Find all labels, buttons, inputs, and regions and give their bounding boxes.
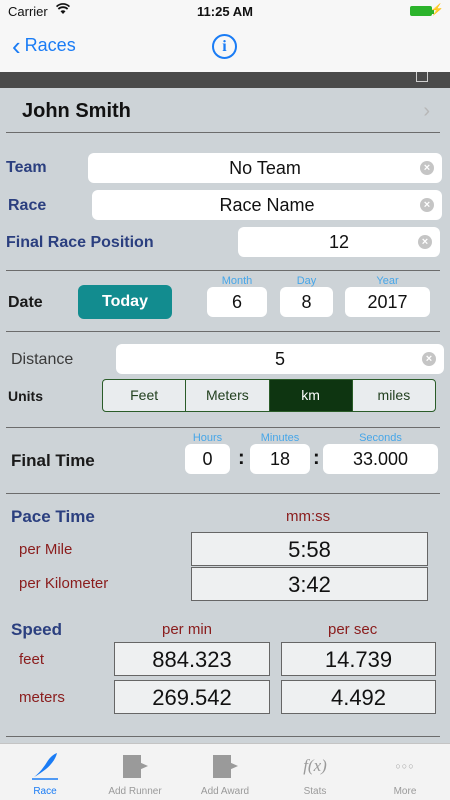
status-time: 11:25 AM <box>197 4 253 19</box>
year-field[interactable]: 2017 <box>345 287 430 317</box>
team-label: Team <box>6 159 47 176</box>
pace-time-label: Pace Time <box>11 507 95 526</box>
clear-icon[interactable]: × <box>418 235 432 249</box>
feet-per-sec-value: 14.739 <box>281 642 436 676</box>
runner-name: John Smith <box>22 100 131 122</box>
function-icon: f(x) <box>303 756 327 775</box>
units-label: Units <box>8 388 43 404</box>
speed-label: Speed <box>11 620 63 639</box>
meters-row-label: meters <box>19 689 65 706</box>
tab-more[interactable]: ○○○ More <box>360 744 450 800</box>
tab-label: Race <box>33 786 57 797</box>
hours-field[interactable]: 0 <box>185 444 230 474</box>
feet-row-label: feet <box>19 651 45 668</box>
year-label: Year <box>376 275 399 287</box>
chevron-left-icon: ‹ <box>12 30 21 61</box>
team-value: No Team <box>229 158 301 178</box>
per-kilometer-label: per Kilometer <box>19 575 109 592</box>
unit-option-meters[interactable]: Meters <box>186 380 270 411</box>
minutes-label: Minutes <box>260 432 300 444</box>
units-segmented-control: Feet Meters km miles <box>102 379 436 412</box>
divider <box>6 270 440 271</box>
runner-row[interactable]: John Smith › <box>0 88 450 132</box>
header-strip <box>0 72 450 88</box>
per-mile-label: per Mile <box>19 541 73 558</box>
seconds-field[interactable]: 33.000 <box>323 444 438 474</box>
pace-per-mile-value: 5:58 <box>191 532 428 566</box>
expand-icon[interactable] <box>416 72 428 82</box>
tab-add-award[interactable]: Add Award <box>180 744 270 800</box>
race-name-value: Race Name <box>219 195 315 215</box>
today-button[interactable]: Today <box>78 285 172 319</box>
unit-option-km[interactable]: km <box>269 380 353 411</box>
feet-per-min-value: 884.323 <box>114 642 270 676</box>
time-separator: : <box>238 447 245 469</box>
race-name-field[interactable]: Race Name × <box>92 190 442 220</box>
distance-label: Distance <box>11 351 74 368</box>
divider <box>6 736 440 737</box>
minutes-field[interactable]: 18 <box>250 444 310 474</box>
race-label: Race <box>8 197 47 214</box>
divider <box>6 331 440 332</box>
distance-field[interactable]: 5 × <box>116 344 444 374</box>
seconds-label: Seconds <box>359 432 402 444</box>
tab-add-runner[interactable]: Add Runner <box>90 744 180 800</box>
add-runner-icon <box>90 752 180 780</box>
pace-per-km-value: 3:42 <box>191 567 428 601</box>
info-button[interactable]: i <box>212 34 237 59</box>
final-position-value: 12 <box>328 232 350 252</box>
meters-per-min-value: 269.542 <box>114 680 270 714</box>
clear-icon[interactable]: × <box>420 198 434 212</box>
chevron-right-icon: › <box>423 100 430 122</box>
team-field[interactable]: No Team × <box>88 153 442 183</box>
tab-label: Stats <box>303 786 327 797</box>
race-detail-form: John Smith › Team No Team × Race Race Na… <box>0 88 450 743</box>
month-field[interactable]: 6 <box>207 287 267 317</box>
day-field[interactable]: 8 <box>280 287 333 317</box>
back-button-label: Races <box>24 35 76 55</box>
status-bar: Carrier 11:25 AM ⚡ <box>0 0 450 22</box>
tab-label: Add Runner <box>108 786 162 797</box>
pace-format-label: mm:ss <box>286 508 331 525</box>
charging-icon: ⚡ <box>430 4 444 16</box>
unit-option-miles[interactable]: miles <box>353 380 435 411</box>
divider <box>6 132 440 133</box>
add-award-icon <box>180 752 270 780</box>
quill-icon <box>0 752 90 780</box>
date-label: Date <box>8 294 43 311</box>
tab-label: More <box>393 786 417 797</box>
clear-icon[interactable]: × <box>422 352 436 366</box>
divider <box>6 493 440 494</box>
final-time-label: Final Time <box>11 451 95 470</box>
hours-label: Hours <box>192 432 223 444</box>
tab-race[interactable]: Race <box>0 744 90 800</box>
distance-value: 5 <box>274 349 285 369</box>
final-position-label: Final Race Position <box>6 234 154 251</box>
divider <box>6 427 440 428</box>
per-min-header: per min <box>162 621 213 638</box>
day-label: Day <box>296 275 317 287</box>
final-position-field[interactable]: 12 × <box>238 227 440 257</box>
unit-option-feet[interactable]: Feet <box>103 380 187 411</box>
more-icon: ○○○ <box>395 761 415 771</box>
time-separator: : <box>313 447 320 469</box>
back-button[interactable]: ‹ Races <box>12 30 76 61</box>
battery-icon <box>410 6 434 16</box>
tab-label: Add Award <box>200 786 250 797</box>
navigation-bar: ‹ Races i <box>0 22 450 72</box>
per-sec-header: per sec <box>328 621 378 638</box>
tab-bar: Race Add Runner Add Award f(x) Stats ○○○… <box>0 743 450 800</box>
clear-icon[interactable]: × <box>420 161 434 175</box>
month-label: Month <box>221 275 253 287</box>
meters-per-sec-value: 4.492 <box>281 680 436 714</box>
tab-stats[interactable]: f(x) Stats <box>270 744 360 800</box>
